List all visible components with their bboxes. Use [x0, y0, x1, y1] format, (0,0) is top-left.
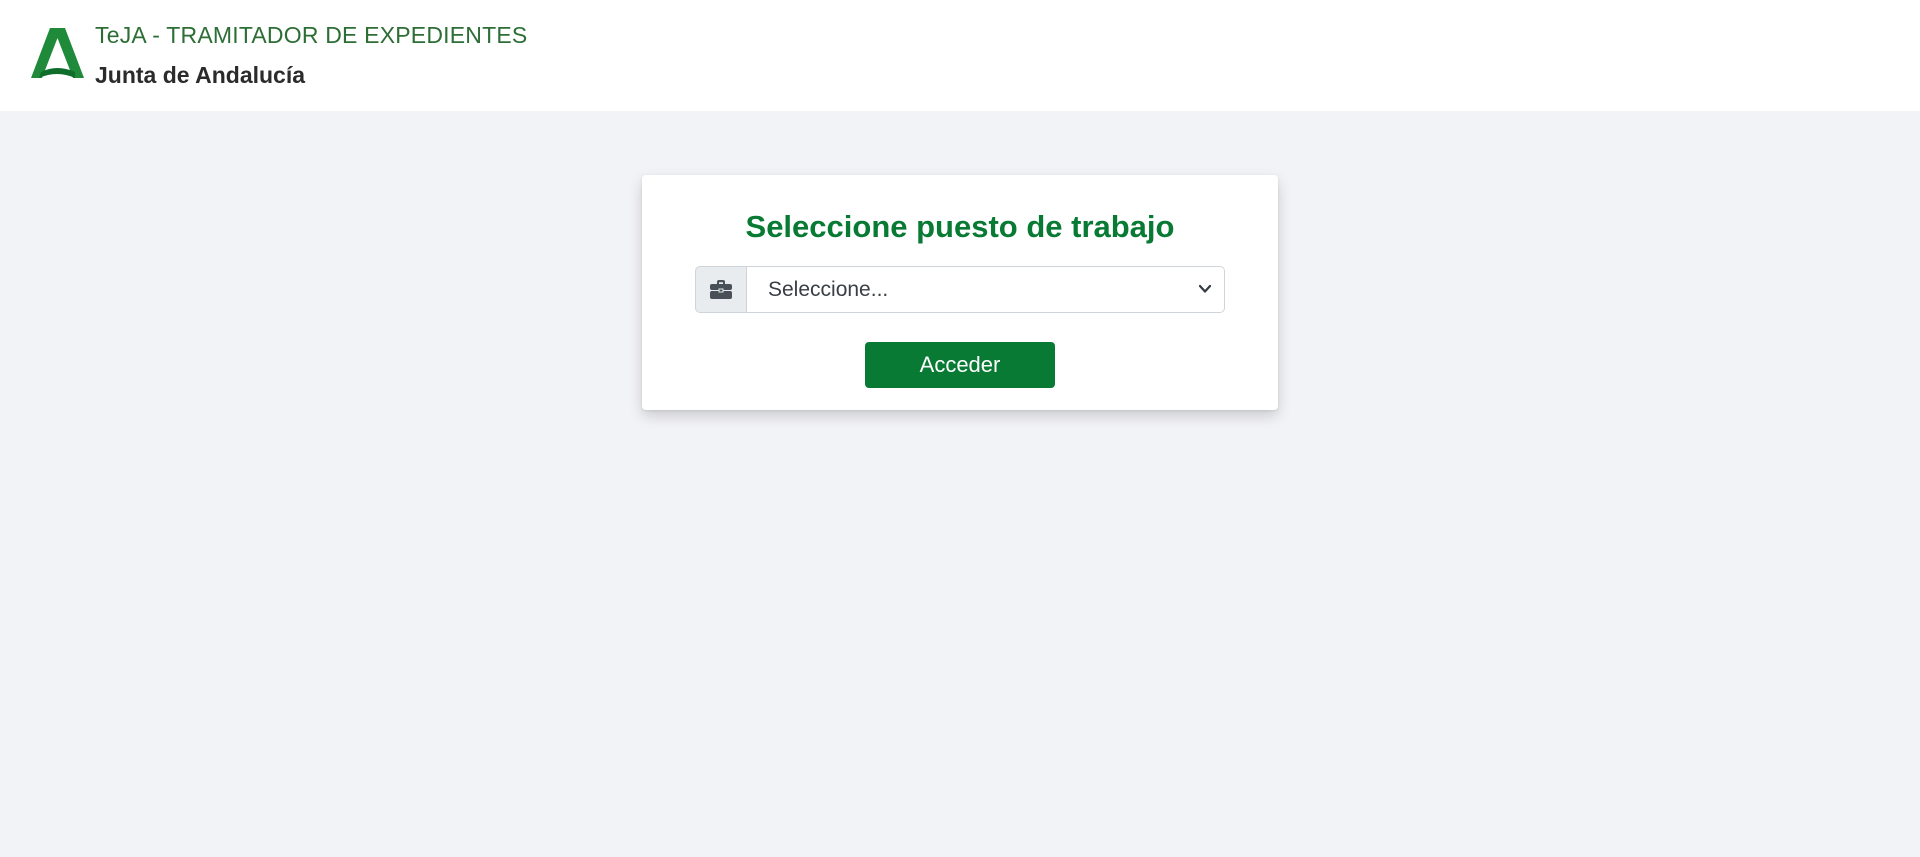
card-title: Seleccione puesto de trabajo	[745, 209, 1175, 244]
organization-name: Junta de Andalucía	[95, 62, 306, 88]
briefcase-icon	[710, 280, 732, 299]
chevron-down-icon	[1198, 284, 1212, 293]
app-title: TeJA - TRAMITADOR DE EXPEDIENTES	[95, 22, 528, 48]
input-addon	[695, 266, 747, 313]
select-value: Seleccione...	[768, 277, 889, 301]
acceder-button[interactable]: Acceder	[865, 342, 1055, 388]
workstation-input-group: Seleccione...	[695, 266, 1225, 313]
workstation-selection-card: Seleccione puesto de trabajo Seleccione.…	[642, 175, 1278, 410]
top-header: TeJA - TRAMITADOR DE EXPEDIENTES Junta d…	[0, 0, 1920, 111]
junta-andalucia-logo-icon	[31, 28, 84, 78]
workstation-select[interactable]: Seleccione...	[747, 266, 1225, 313]
